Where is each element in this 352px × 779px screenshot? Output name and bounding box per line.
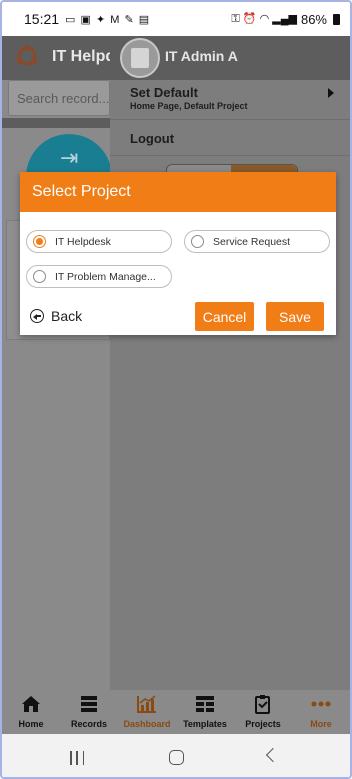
cancel-button[interactable]: Cancel <box>195 302 254 331</box>
tab-more[interactable]: More <box>292 690 350 734</box>
tab-records[interactable]: Records <box>60 690 118 734</box>
logout-label: Logout <box>130 131 175 146</box>
system-nav-bar <box>2 734 350 777</box>
tab-label: More <box>310 719 332 729</box>
device-frame: 15:21 ▭ ▣ ✦ M ✎ ▤ ⚿ ⏰ ◠ ▂▄▆ 86% IT Helpd… <box>0 0 352 779</box>
app-logo-icon <box>17 45 37 66</box>
search-input[interactable] <box>9 81 109 115</box>
project-option-it-helpdesk[interactable]: IT Helpdesk <box>26 230 172 253</box>
select-project-dialog: Select Project IT Helpdesk Service Reque… <box>20 172 336 335</box>
set-default-item[interactable]: Set Default Home Page, Default Project <box>110 80 350 120</box>
divider <box>2 118 110 128</box>
project-option-service-request[interactable]: Service Request <box>184 230 330 253</box>
status-right: ⚿ ⏰ ◠ ▂▄▆ 86% <box>231 12 340 27</box>
exit-door-icon: ⇥ <box>60 145 79 170</box>
tab-templates[interactable]: Templates <box>176 690 234 734</box>
status-bar: 15:21 ▭ ▣ ✦ M ✎ ▤ ⚿ ⏰ ◠ ▂▄▆ 86% <box>2 2 350 36</box>
save-button[interactable]: Save <box>266 302 324 331</box>
tab-dashboard[interactable]: Dashboard <box>118 690 176 734</box>
set-default-label: Set Default <box>130 85 198 100</box>
back-nav-icon[interactable] <box>265 747 281 763</box>
project-option-label: IT Helpdesk <box>55 235 111 248</box>
tab-label: Templates <box>183 719 227 729</box>
avatar[interactable] <box>120 38 160 78</box>
set-default-sublabel: Home Page, Default Project <box>130 101 248 111</box>
tab-label: Home <box>18 719 44 729</box>
user-name: IT Admin A <box>165 48 238 64</box>
app-title: IT Helpd <box>52 48 116 65</box>
side-drawer: IT Admin A Set Default Home Page, Defaul… <box>110 36 350 690</box>
logout-item[interactable]: Logout <box>110 120 350 156</box>
radio-unchecked-icon <box>33 270 46 283</box>
project-option-label: Service Request <box>213 235 291 248</box>
templates-icon <box>196 696 214 712</box>
system-icons: ⚿ ⏰ ◠ ▂▄▆ <box>231 13 297 25</box>
dialog-title: Select Project <box>20 172 336 212</box>
drawer-header: IT Admin A <box>110 36 350 80</box>
tab-label: Records <box>70 719 107 729</box>
battery-level: 86% <box>300 11 327 27</box>
radio-checked-icon <box>33 235 46 248</box>
records-icon <box>81 696 97 712</box>
home-button-icon[interactable] <box>169 750 184 765</box>
project-option-label: IT Problem Manage... <box>55 270 156 283</box>
status-time: 15:21 <box>24 11 60 27</box>
chevron-right-icon <box>328 88 334 98</box>
home-icon <box>22 696 40 712</box>
recents-icon[interactable] <box>70 751 84 765</box>
back-label: Back <box>51 308 83 324</box>
projects-icon <box>255 695 270 714</box>
more-icon <box>311 701 331 707</box>
project-option-it-problem-management[interactable]: IT Problem Manage... <box>26 265 172 288</box>
notification-icons: ▭ ▣ ✦ M ✎ ▤ <box>65 13 151 26</box>
tab-home[interactable]: Home <box>2 690 60 734</box>
tab-projects[interactable]: Projects <box>234 690 292 734</box>
back-button[interactable]: Back <box>30 308 82 324</box>
search-box[interactable] <box>8 80 110 116</box>
tab-label: Projects <box>245 719 281 729</box>
battery-icon <box>333 13 340 25</box>
bottom-tab-bar: Home Records Dashboard Templates Project… <box>2 690 350 734</box>
tab-label: Dashboard <box>123 719 171 729</box>
radio-unchecked-icon <box>191 235 204 248</box>
dashboard-icon <box>137 695 156 713</box>
back-arrow-icon <box>30 309 44 323</box>
